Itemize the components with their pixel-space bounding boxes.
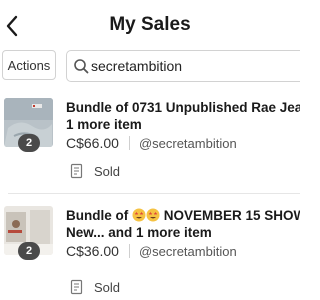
listing-title[interactable]: Bundle of NOVEMBER 15 SHOW xyxy=(66,207,300,224)
seller-handle[interactable]: @secretambition xyxy=(139,244,237,259)
listing-title-line2[interactable]: New... and 1 more item xyxy=(66,224,300,241)
listing-title-suffix: NOVEMBER 15 SHOW xyxy=(163,208,300,223)
sale-list-item[interactable]: 2 Bundle of 0731 Unpublished Rae Jeans 3… xyxy=(0,96,300,186)
receipt-icon xyxy=(70,279,83,295)
item-count-badge: 2 xyxy=(18,242,40,260)
header-bar: My Sales xyxy=(0,0,300,48)
status-row: Sold xyxy=(70,162,120,180)
divider-dot xyxy=(128,136,130,150)
star-struck-emoji-icon xyxy=(132,208,146,222)
search-value: secretambition xyxy=(91,58,183,74)
listing-title-prefix: Bundle of xyxy=(66,208,129,223)
status-label: Sold xyxy=(94,279,121,295)
price: C$36.00 xyxy=(66,243,119,259)
star-struck-emoji-icon xyxy=(146,208,160,222)
page-title: My Sales xyxy=(109,14,191,35)
search-input[interactable]: secretambition xyxy=(66,50,300,82)
sale-list-item[interactable]: 2 Bundle of NOVEMBER 15 SHOW New... and … xyxy=(0,204,300,300)
seller-handle[interactable]: @secretambition xyxy=(139,136,237,151)
listing-title-line2[interactable]: 1 more item xyxy=(66,116,300,133)
receipt-icon xyxy=(70,163,83,179)
actions-button[interactable]: Actions xyxy=(2,50,56,80)
search-icon xyxy=(74,59,89,74)
price-row: C$66.00 @secretambition xyxy=(66,134,237,152)
status-row: Sold xyxy=(70,278,120,296)
my-sales-screen: My Sales Actions secretambition 2 Bundle… xyxy=(0,0,300,300)
divider-dot xyxy=(128,244,130,258)
price-row: C$36.00 @secretambition xyxy=(66,242,237,260)
status-label: Sold xyxy=(94,163,121,179)
listing-title[interactable]: Bundle of 0731 Unpublished Rae Jeans 3 xyxy=(66,99,300,116)
row-divider xyxy=(8,193,300,194)
price: C$66.00 xyxy=(66,135,119,151)
item-count-badge: 2 xyxy=(18,134,40,152)
